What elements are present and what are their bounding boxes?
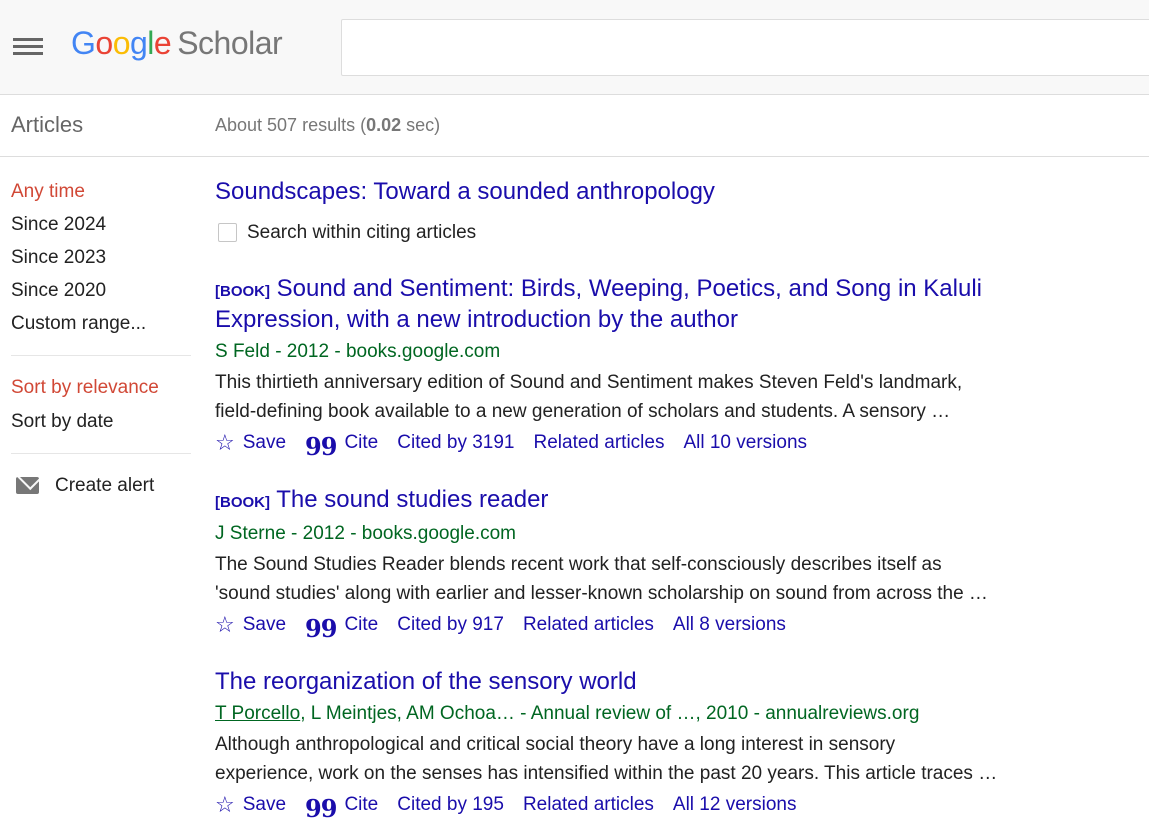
quote-icon: 99 (305, 614, 337, 643)
result-title[interactable]: [BOOK] Sound and Sentiment: Birds, Weepi… (215, 273, 982, 307)
save-button[interactable]: ☆ Save (215, 794, 286, 816)
result-snippet: Although anthropological and critical so… (215, 734, 896, 755)
sidebar-divider (11, 453, 191, 454)
all-versions-link[interactable]: All 8 versions (673, 614, 786, 636)
author-link[interactable]: T Porcello (215, 703, 300, 724)
save-button[interactable]: ☆ Save (215, 614, 286, 636)
cited-by-link[interactable]: Cited by 3191 (397, 432, 514, 454)
cited-by-link[interactable]: Cited by 195 (397, 794, 504, 816)
sort-by-relevance[interactable]: Sort by relevance (11, 377, 159, 399)
create-alert-link[interactable]: Create alert (55, 475, 154, 497)
related-articles-link[interactable]: Related articles (534, 432, 665, 454)
result-snippet: experience, work on the senses has inten… (215, 763, 998, 784)
header: Google Scholar (0, 0, 1149, 95)
result-meta: J Sterne - 2012 - books.google.com (215, 523, 517, 544)
mail-icon (16, 477, 39, 494)
result-title[interactable]: [BOOK] The sound studies reader (215, 484, 548, 518)
result-meta: S Feld - 2012 - books.google.com (215, 341, 501, 362)
all-versions-link[interactable]: All 12 versions (673, 794, 797, 816)
result-actions: ☆ Save 99 Cite Cited by 3191 Related artic… (215, 431, 826, 459)
all-versions-link[interactable]: All 10 versions (683, 432, 807, 454)
result-snippet: 'sound studies' along with earlier and l… (215, 583, 988, 604)
result-meta: T Porcello, L Meintjes, AM Ochoa… - Annu… (215, 703, 920, 724)
hamburger-menu-icon[interactable] (13, 36, 43, 58)
result-snippet: field-defining book available to a new g… (215, 401, 951, 422)
book-tag: [BOOK] (215, 494, 270, 511)
cite-button[interactable]: 99 Cite (305, 613, 378, 641)
star-icon: ☆ (215, 792, 235, 817)
sort-by-date[interactable]: Sort by date (11, 411, 113, 433)
google-scholar-logo[interactable]: Google Scholar (71, 25, 283, 62)
star-icon: ☆ (215, 612, 235, 637)
star-icon: ☆ (215, 430, 235, 455)
result-title[interactable]: The reorganization of the sensory world (215, 666, 637, 697)
cited-article-title[interactable]: Soundscapes: Toward a sounded anthropolo… (215, 176, 715, 207)
search-within-citing-checkbox[interactable] (218, 223, 237, 242)
related-articles-link[interactable]: Related articles (523, 614, 654, 636)
subheader: Articles About 507 results (0.02 sec) (0, 95, 1149, 157)
cite-button[interactable]: 99 Cite (305, 793, 378, 821)
filter-since-2023[interactable]: Since 2023 (11, 247, 106, 269)
result-stats: About 507 results (0.02 sec) (215, 115, 441, 135)
filter-since-2020[interactable]: Since 2020 (11, 280, 106, 302)
result-title-continued[interactable]: Expression, with a new introduction by t… (215, 304, 738, 335)
section-title[interactable]: Articles (11, 112, 83, 138)
result-snippet: This thirtieth anniversary edition of So… (215, 372, 963, 393)
quote-icon: 99 (305, 432, 337, 461)
filter-since-2024[interactable]: Since 2024 (11, 214, 106, 236)
book-tag: [BOOK] (215, 283, 270, 300)
cited-by-link[interactable]: Cited by 917 (397, 614, 504, 636)
related-articles-link[interactable]: Related articles (523, 794, 654, 816)
quote-icon: 99 (305, 794, 337, 823)
result-actions: ☆ Save 99 Cite Cited by 195 Related articl… (215, 793, 815, 821)
result-snippet: The Sound Studies Reader blends recent w… (215, 554, 942, 575)
filter-custom-range[interactable]: Custom range... (11, 313, 146, 335)
save-button[interactable]: ☆ Save (215, 432, 286, 454)
cite-button[interactable]: 99 Cite (305, 431, 378, 459)
sidebar-divider (11, 355, 191, 356)
checkbox-label[interactable]: Search within citing articles (247, 222, 476, 244)
search-input[interactable] (341, 19, 1149, 76)
result-actions: ☆ Save 99 Cite Cited by 917 Related articl… (215, 613, 805, 641)
filter-any-time[interactable]: Any time (11, 181, 85, 203)
